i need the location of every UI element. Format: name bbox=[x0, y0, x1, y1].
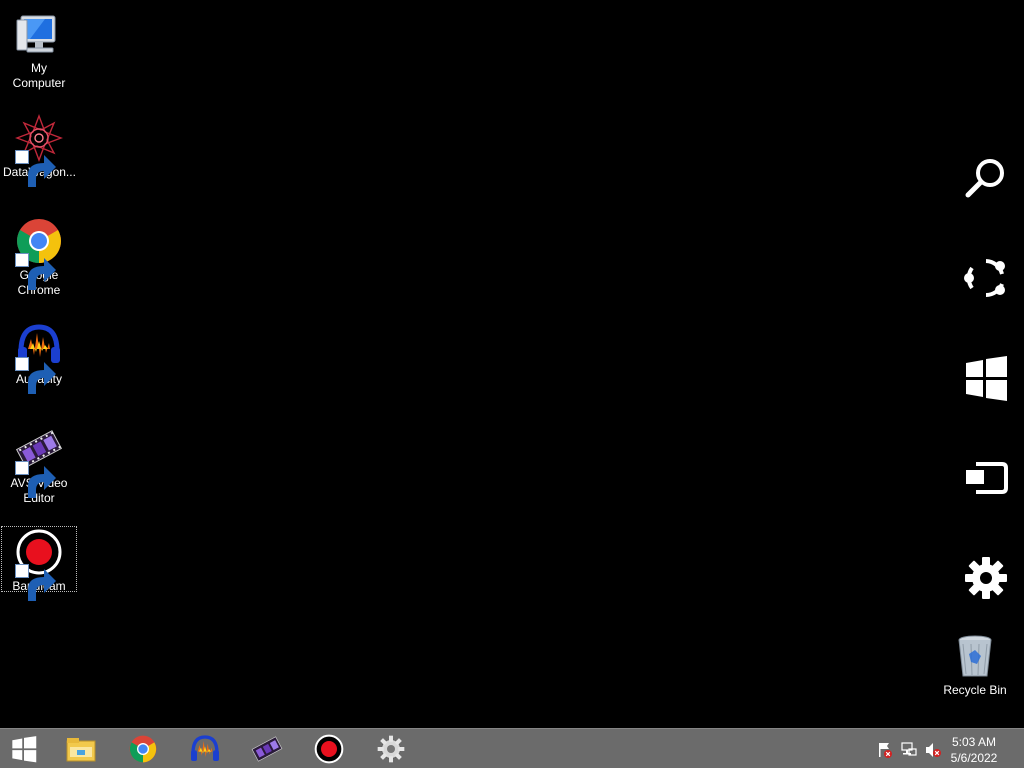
shortcut-arrow-icon bbox=[15, 357, 56, 394]
taskbar: 5:03 AM 5/6/2022 bbox=[0, 728, 1024, 768]
devices-icon[interactable] bbox=[962, 454, 1010, 502]
avs-video-editor-icon bbox=[15, 425, 63, 498]
file-explorer-icon bbox=[66, 738, 96, 762]
system-tray: 5:03 AM 5/6/2022 bbox=[864, 729, 1024, 768]
taskbar-audacity[interactable] bbox=[181, 731, 229, 767]
desktop-icon-recycle-bin[interactable]: Recycle Bin bbox=[937, 627, 1013, 698]
windows-logo-icon bbox=[12, 736, 37, 763]
taskbar-avs-video-editor[interactable] bbox=[243, 731, 291, 767]
audacity-icon bbox=[15, 321, 63, 394]
shortcut-arrow-icon bbox=[15, 461, 56, 498]
taskbar-clock[interactable]: 5:03 AM 5/6/2022 bbox=[944, 734, 1004, 766]
my-computer-icon bbox=[15, 10, 63, 58]
audacity-icon bbox=[191, 735, 219, 761]
chrome-icon bbox=[129, 735, 157, 763]
settings-icon[interactable] bbox=[962, 554, 1010, 602]
search-icon[interactable] bbox=[962, 154, 1010, 202]
desktop-icon-my-computer[interactable]: My Computer bbox=[1, 5, 77, 91]
volume-muted-icon[interactable] bbox=[924, 741, 942, 759]
bandicam-icon bbox=[15, 528, 63, 601]
clock-time: 5:03 AM bbox=[951, 735, 997, 749]
datawagon-icon bbox=[15, 114, 63, 187]
start-button[interactable] bbox=[0, 731, 48, 767]
avs-video-editor-icon bbox=[251, 736, 283, 762]
taskbar-file-explorer[interactable] bbox=[57, 731, 105, 767]
desktop-icon-google-chrome[interactable]: Google Chrome bbox=[1, 212, 77, 298]
start-icon[interactable] bbox=[962, 354, 1010, 402]
shortcut-arrow-icon bbox=[15, 150, 56, 187]
desktop-icon-datawagon[interactable]: DataWagon... bbox=[1, 109, 77, 187]
recycle-bin-icon bbox=[951, 632, 999, 680]
shortcut-arrow-icon bbox=[15, 564, 56, 601]
desktop-icon-label: Recycle Bin bbox=[943, 683, 1007, 697]
shortcut-arrow-icon bbox=[15, 253, 56, 290]
bandicam-icon bbox=[314, 734, 344, 764]
settings-gear-icon bbox=[377, 735, 405, 763]
network-icon[interactable] bbox=[900, 741, 918, 759]
desktop-icon-avs-video-editor[interactable]: AVS Video Editor bbox=[1, 420, 77, 506]
clock-date: 5/6/2022 bbox=[950, 751, 998, 765]
desktop-icon-label: My Computer bbox=[12, 61, 66, 90]
taskbar-bandicam[interactable] bbox=[305, 731, 353, 767]
share-icon[interactable] bbox=[962, 254, 1010, 302]
action-center-flag-icon[interactable] bbox=[876, 741, 894, 759]
taskbar-settings-app[interactable] bbox=[367, 731, 415, 767]
desktop-icon-bandicam[interactable]: Bandicam bbox=[1, 526, 77, 601]
desktop[interactable]: My Computer DataWagon... Chrome AVS Vide… bbox=[0, 0, 1024, 728]
chrome-icon bbox=[15, 217, 63, 290]
taskbar-chrome[interactable] bbox=[119, 731, 167, 767]
desktop-icon-audacity[interactable]: Audacity bbox=[1, 316, 77, 394]
